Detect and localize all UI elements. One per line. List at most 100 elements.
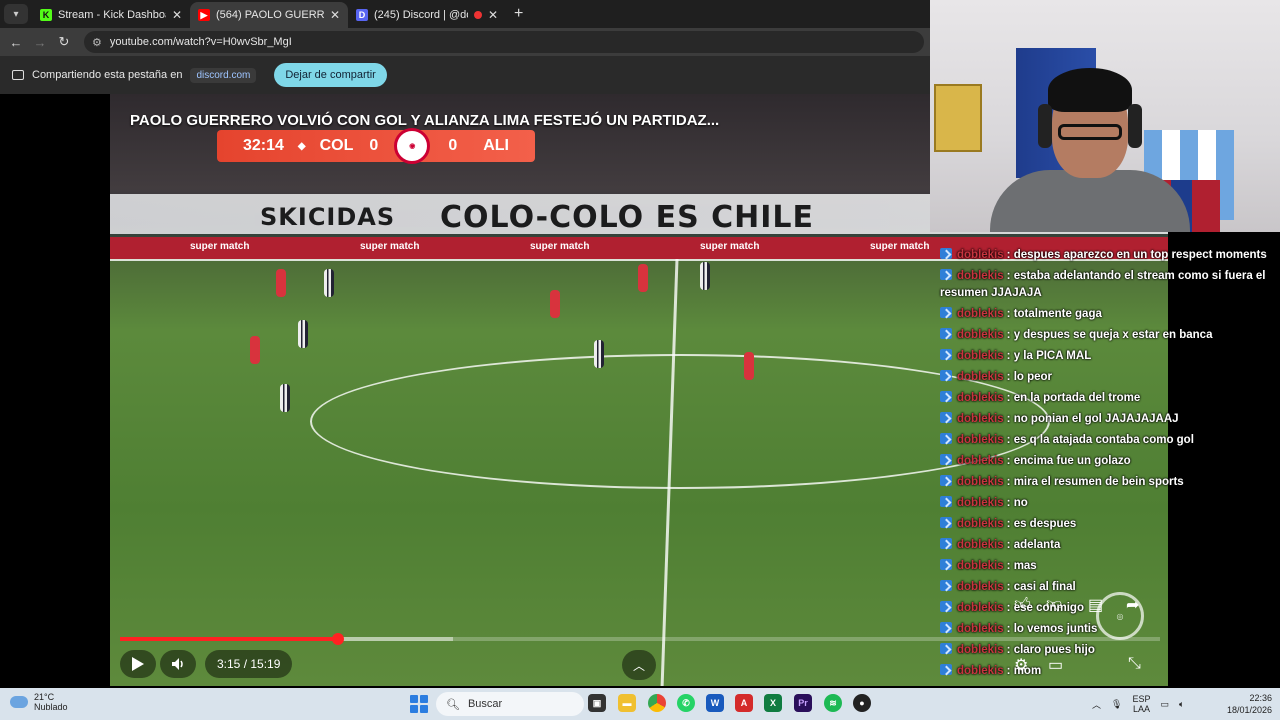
chat-separator: :: [1006, 434, 1014, 446]
weather-widget[interactable]: 21°C Nublado: [10, 692, 68, 712]
tab-label: (564) PAOLO GUERRERO VC: [216, 9, 324, 21]
acrobat-icon[interactable]: A: [735, 694, 753, 712]
microphone-icon[interactable]: 🎙︎: [1111, 699, 1122, 710]
tab-search-menu[interactable]: ▾: [4, 4, 28, 24]
player: [550, 290, 560, 318]
bot-badge-icon: [940, 475, 952, 486]
player: [744, 352, 754, 380]
like-icon[interactable]: 👍︎: [1014, 595, 1031, 614]
chat-separator: :: [1006, 350, 1014, 362]
chat-message: doblekis: en la portada del trome: [940, 390, 1275, 407]
chat-username: doblekis: [957, 392, 1004, 404]
lang-layout: LAA: [1132, 704, 1150, 714]
played-bar: [120, 637, 339, 641]
chat-message: doblekis: y la PICA MAL: [940, 348, 1275, 365]
chat-message: doblekis: claro pues hijo: [940, 642, 1275, 659]
close-tab-icon[interactable]: ✕: [330, 8, 340, 22]
taskbar-search[interactable]: 🔍︎ Buscar: [436, 692, 584, 716]
dislike-icon[interactable]: 👎︎: [1046, 595, 1062, 614]
back-button[interactable]: ←: [4, 35, 28, 50]
tab-sharing-bar: Compartiendo esta pestaña en discord.com…: [0, 56, 930, 94]
chat-username: doblekis: [957, 539, 1004, 551]
search-icon: 🔍︎: [446, 698, 460, 711]
expand-up-button[interactable]: ︿: [622, 650, 656, 680]
forward-button[interactable]: →: [28, 35, 52, 50]
progress-bar[interactable]: [120, 633, 1160, 645]
address-bar-row: ← → ↻ ⚙ youtube.com/watch?v=H0wvSbr_MgI: [0, 28, 930, 56]
settings-icon[interactable]: ⚙: [1014, 655, 1028, 675]
chat-separator: :: [1006, 644, 1014, 656]
language-indicator[interactable]: ESP LAA: [1132, 694, 1150, 714]
url-field[interactable]: ⚙ youtube.com/watch?v=H0wvSbr_MgI: [84, 31, 924, 53]
chat-message: doblekis: despues aparezco en un top res…: [940, 247, 1275, 264]
fullscreen-exit-icon[interactable]: ⤡: [1128, 655, 1141, 673]
volume-icon: [172, 658, 183, 670]
scoreboard: 32:14 ◆ COL 0 ◉ 0 ALI: [217, 128, 535, 164]
play-button[interactable]: [120, 650, 156, 678]
player: [700, 262, 710, 290]
chat-separator: :: [1006, 476, 1014, 488]
reload-button[interactable]: ↻: [52, 34, 76, 50]
bot-badge-icon: [940, 269, 952, 280]
taskbar-clock[interactable]: 22:36 18/01/2026: [1222, 692, 1272, 716]
excel-icon[interactable]: X: [764, 694, 782, 712]
network-icon[interactable]: ▭: [1160, 699, 1169, 710]
volume-button[interactable]: [160, 650, 196, 678]
obs-icon[interactable]: ●: [853, 694, 871, 712]
screen: ▾ K Stream - Kick Dashboard ✕ ▶ (564) PA…: [0, 0, 1280, 720]
kick-favicon-icon: K: [40, 9, 52, 21]
headset-icon: [1038, 104, 1052, 148]
chat-message: doblekis: lo peor: [940, 369, 1275, 386]
tab-kick-dashboard[interactable]: K Stream - Kick Dashboard ✕: [32, 2, 190, 28]
chat-separator: :: [1006, 539, 1014, 551]
close-tab-icon[interactable]: ✕: [488, 8, 498, 22]
player: [594, 340, 604, 368]
chat-separator: :: [1006, 497, 1014, 509]
windows-start-icon[interactable]: [410, 695, 428, 713]
stop-sharing-button[interactable]: Dejar de compartir: [274, 63, 387, 87]
site-info-icon[interactable]: ⚙: [92, 36, 102, 49]
banner-text-left: SKICIDAS: [260, 203, 396, 231]
chat-message: doblekis: es q la atajada contaba como g…: [940, 432, 1275, 449]
chat-separator: :: [1006, 518, 1014, 530]
premiere-icon[interactable]: Pr: [794, 694, 812, 712]
chat-username: doblekis: [957, 665, 1004, 677]
bot-badge-icon: [940, 559, 952, 570]
chat-username: doblekis: [957, 270, 1004, 282]
sharing-label: Compartiendo esta pestaña en: [32, 69, 183, 81]
miniplayer-icon[interactable]: ▭: [1048, 655, 1063, 675]
chat-text: lo vemos juntis: [1013, 623, 1098, 635]
chat-message: doblekis: no: [940, 495, 1275, 512]
chat-message: doblekis: es despues: [940, 516, 1275, 533]
headset-icon: [1128, 104, 1142, 148]
spotify-icon[interactable]: ≋: [824, 694, 842, 712]
chat-text: y la PICA MAL: [1013, 350, 1092, 362]
word-icon[interactable]: W: [706, 694, 724, 712]
chat-message: doblekis: encima fue un golazo: [940, 453, 1275, 470]
chrome-icon[interactable]: [648, 694, 666, 712]
whatsapp-icon[interactable]: ✆: [677, 694, 695, 712]
task-view-icon[interactable]: ▣: [588, 694, 606, 712]
chat-separator: :: [1006, 413, 1014, 425]
new-tab-button[interactable]: +: [514, 5, 523, 23]
chat-text: adelanta: [1013, 539, 1061, 551]
tab-discord[interactable]: D (245) Discord | @doblekis. ✕: [348, 2, 506, 28]
speaker-icon[interactable]: 🔈︎: [1179, 699, 1184, 710]
chat-message: doblekis: mas: [940, 558, 1275, 575]
windows-taskbar: [0, 688, 1280, 720]
chat-message: doblekis: totalmente gaga: [940, 306, 1275, 323]
chat-username: doblekis: [957, 371, 1004, 383]
chat-username: doblekis: [957, 308, 1004, 320]
chat-separator: :: [1006, 329, 1014, 341]
tray-overflow-icon[interactable]: ︿: [1092, 698, 1101, 711]
ad-board-text: super match: [700, 241, 760, 252]
file-explorer-icon[interactable]: ▬: [618, 694, 636, 712]
close-tab-icon[interactable]: ✕: [172, 8, 182, 22]
bot-badge-icon: [940, 454, 952, 465]
discord-favicon-icon: D: [356, 9, 368, 21]
tab-youtube-video[interactable]: ▶ (564) PAOLO GUERRERO VC ✕: [190, 2, 348, 28]
chat-message: doblekis: casi al final: [940, 579, 1275, 596]
clock-time: 22:36: [1249, 693, 1272, 703]
chat-separator: :: [1006, 602, 1014, 614]
video-title[interactable]: PAOLO GUERRERO VOLVIÓ CON GOL Y ALIANZA …: [130, 112, 719, 129]
